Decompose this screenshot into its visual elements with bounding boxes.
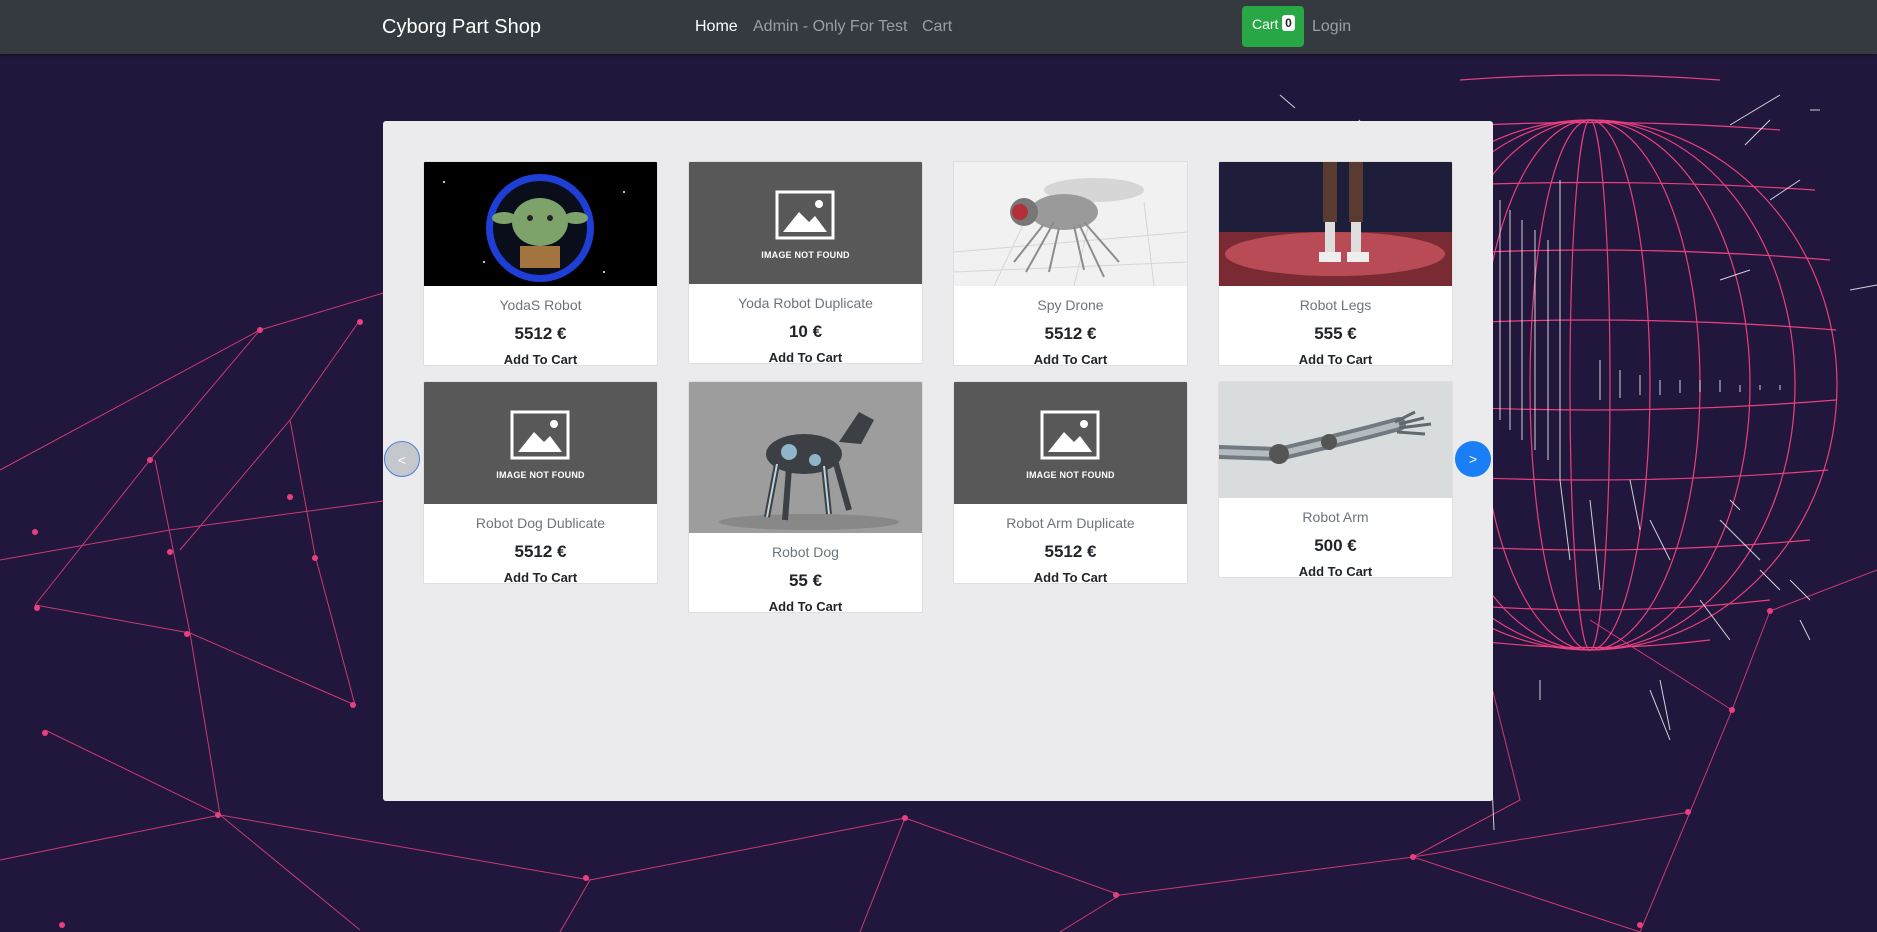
product-price: 10 € bbox=[788, 322, 823, 341]
product-card[interactable]: Spy Drone 5512 € Add To Cart bbox=[953, 161, 1188, 366]
carousel-prev-button[interactable]: < bbox=[384, 441, 420, 477]
nav-cart-link[interactable]: Cart bbox=[922, 17, 952, 37]
image-not-found-placeholder: IMAGE NOT FOUND bbox=[689, 162, 922, 284]
product-card[interactable]: YodaS Robot 5512 € Add To Cart bbox=[423, 161, 658, 366]
product-price: 5512 € bbox=[514, 324, 567, 343]
top-navbar: Cyborg Part Shop Home Admin - Only For T… bbox=[0, 0, 1877, 54]
image-not-found-text: IMAGE NOT FOUND bbox=[496, 470, 585, 480]
product-title: Robot Arm Duplicate bbox=[1006, 515, 1135, 531]
add-to-cart-button[interactable]: Add To Cart bbox=[1219, 564, 1452, 577]
product-card[interactable]: IMAGE NOT FOUND Robot Arm Duplicate 5512… bbox=[953, 381, 1188, 584]
image-not-found-placeholder: IMAGE NOT FOUND bbox=[954, 382, 1187, 504]
cart-button-label: Cart bbox=[1252, 16, 1279, 32]
brand-logo[interactable]: Cyborg Part Shop bbox=[382, 14, 541, 40]
product-card[interactable]: IMAGE NOT FOUND Yoda Robot Duplicate 10 … bbox=[688, 161, 923, 364]
product-title: Robot Arm bbox=[1302, 509, 1369, 525]
product-card[interactable]: Robot Dog 55 € Add To Cart bbox=[688, 381, 923, 613]
cart-count-badge: 0 bbox=[1282, 15, 1295, 31]
add-to-cart-button[interactable]: Add To Cart bbox=[689, 599, 922, 612]
product-price: 5512 € bbox=[1044, 542, 1097, 561]
product-title: Yoda Robot Duplicate bbox=[738, 295, 873, 311]
product-title: YodaS Robot bbox=[499, 297, 582, 313]
add-to-cart-button[interactable]: Add To Cart bbox=[954, 570, 1187, 583]
product-card[interactable]: IMAGE NOT FOUND Robot Dog Dublicate 5512… bbox=[423, 381, 658, 584]
add-to-cart-button[interactable]: Add To Cart bbox=[689, 350, 922, 363]
product-title: Robot Legs bbox=[1299, 297, 1372, 313]
image-not-found-text: IMAGE NOT FOUND bbox=[1026, 470, 1115, 480]
cart-button[interactable]: Cart 0 bbox=[1242, 6, 1304, 47]
image-icon bbox=[510, 410, 570, 460]
robot-legs-icon bbox=[1219, 162, 1452, 286]
add-to-cart-button[interactable]: Add To Cart bbox=[1219, 352, 1452, 365]
product-card[interactable]: Robot Arm 500 € Add To Cart bbox=[1218, 381, 1453, 578]
robot-dog-icon bbox=[689, 382, 922, 533]
image-not-found-text: IMAGE NOT FOUND bbox=[761, 250, 850, 260]
image-icon bbox=[1040, 410, 1100, 460]
image-icon bbox=[775, 190, 835, 240]
add-to-cart-button[interactable]: Add To Cart bbox=[424, 352, 657, 365]
product-title: Robot Dog bbox=[772, 544, 839, 560]
nav-admin-link[interactable]: Admin - Only For Test bbox=[753, 17, 907, 37]
product-title: Robot Dog Dublicate bbox=[475, 515, 606, 531]
image-not-found-placeholder: IMAGE NOT FOUND bbox=[424, 382, 657, 504]
product-price: 5512 € bbox=[514, 542, 567, 561]
product-price: 555 € bbox=[1314, 324, 1357, 343]
yoda-icon bbox=[424, 162, 657, 286]
nav-home-link[interactable]: Home bbox=[695, 17, 738, 37]
robot-fly-icon bbox=[954, 162, 1187, 286]
robot-arm-icon bbox=[1219, 382, 1452, 498]
carousel-next-button[interactable]: > bbox=[1455, 441, 1491, 477]
product-card[interactable]: Robot Legs 555 € Add To Cart bbox=[1218, 161, 1453, 366]
add-to-cart-button[interactable]: Add To Cart bbox=[424, 570, 657, 583]
add-to-cart-button[interactable]: Add To Cart bbox=[954, 352, 1187, 365]
product-title: Spy Drone bbox=[1037, 297, 1104, 313]
nav-login-link[interactable]: Login bbox=[1312, 17, 1351, 37]
product-price: 55 € bbox=[788, 571, 823, 590]
product-price: 5512 € bbox=[1044, 324, 1097, 343]
product-price: 500 € bbox=[1314, 536, 1357, 555]
